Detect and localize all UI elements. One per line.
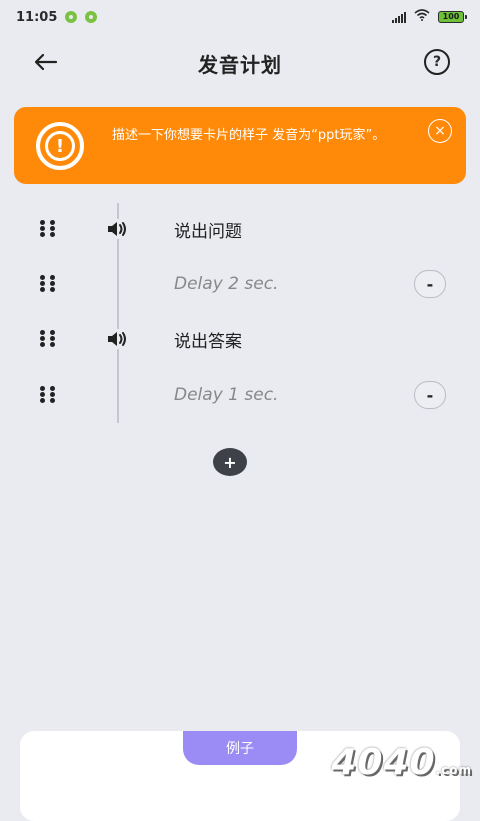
notification-icon	[65, 11, 78, 23]
plan-row-label: 说出问题	[174, 222, 242, 242]
speaker-icon[interactable]	[106, 329, 130, 349]
minus-icon: -	[426, 274, 434, 294]
example-tab[interactable]: 例子	[183, 731, 297, 765]
status-bar: 11:05 100	[0, 0, 480, 34]
drag-handle-icon[interactable]	[40, 275, 56, 293]
remove-delay-button[interactable]: -	[414, 381, 446, 409]
plan-row-delay[interactable]: Delay 2 sec. -	[0, 264, 480, 304]
plan-row-delay[interactable]: Delay 1 sec. -	[0, 375, 480, 415]
info-banner: ! 描述一下你想要卡片的样子 发音为“ppt玩家”。 ×	[14, 107, 466, 184]
drag-handle-icon[interactable]	[40, 386, 56, 404]
plus-icon: +	[223, 452, 237, 472]
watermark-logo: 4040.com	[331, 742, 472, 783]
page-title: 发音计划	[198, 52, 282, 77]
notification-icon	[85, 11, 98, 23]
help-icon: ?	[432, 54, 442, 70]
minus-icon: -	[426, 385, 434, 405]
close-icon: ×	[434, 123, 446, 139]
drag-handle-icon[interactable]	[40, 220, 56, 238]
app-header: 发音计划 ?	[0, 36, 480, 90]
status-time: 11:05	[16, 9, 58, 25]
alert-icon-inner: !	[45, 131, 75, 161]
wifi-icon	[414, 9, 430, 25]
delay-label[interactable]: Delay 2 sec.	[174, 274, 278, 294]
battery-icon: 100	[438, 11, 467, 23]
alert-icon: !	[36, 122, 84, 170]
back-button[interactable]	[30, 46, 62, 78]
status-right: 100	[392, 9, 467, 25]
delay-label[interactable]: Delay 1 sec.	[174, 385, 278, 405]
speaker-icon[interactable]	[106, 219, 130, 239]
watermark-suffix: .com	[435, 763, 472, 777]
add-step-button[interactable]: +	[213, 448, 247, 476]
banner-close-button[interactable]: ×	[428, 119, 452, 143]
remove-delay-button[interactable]: -	[414, 270, 446, 298]
drag-handle-icon[interactable]	[40, 330, 56, 348]
plan-row-speak-question[interactable]: 说出问题	[0, 209, 480, 249]
plan-row-label: 说出答案	[174, 332, 242, 352]
banner-text: 描述一下你想要卡片的样子 发音为“ppt玩家”。	[112, 128, 386, 143]
help-button[interactable]: ?	[424, 49, 450, 75]
watermark-text: 4040	[331, 742, 436, 783]
arrow-left-icon	[34, 53, 58, 71]
status-left: 11:05	[16, 9, 98, 25]
plan-row-speak-answer[interactable]: 说出答案	[0, 319, 480, 359]
signal-icon	[392, 11, 406, 23]
